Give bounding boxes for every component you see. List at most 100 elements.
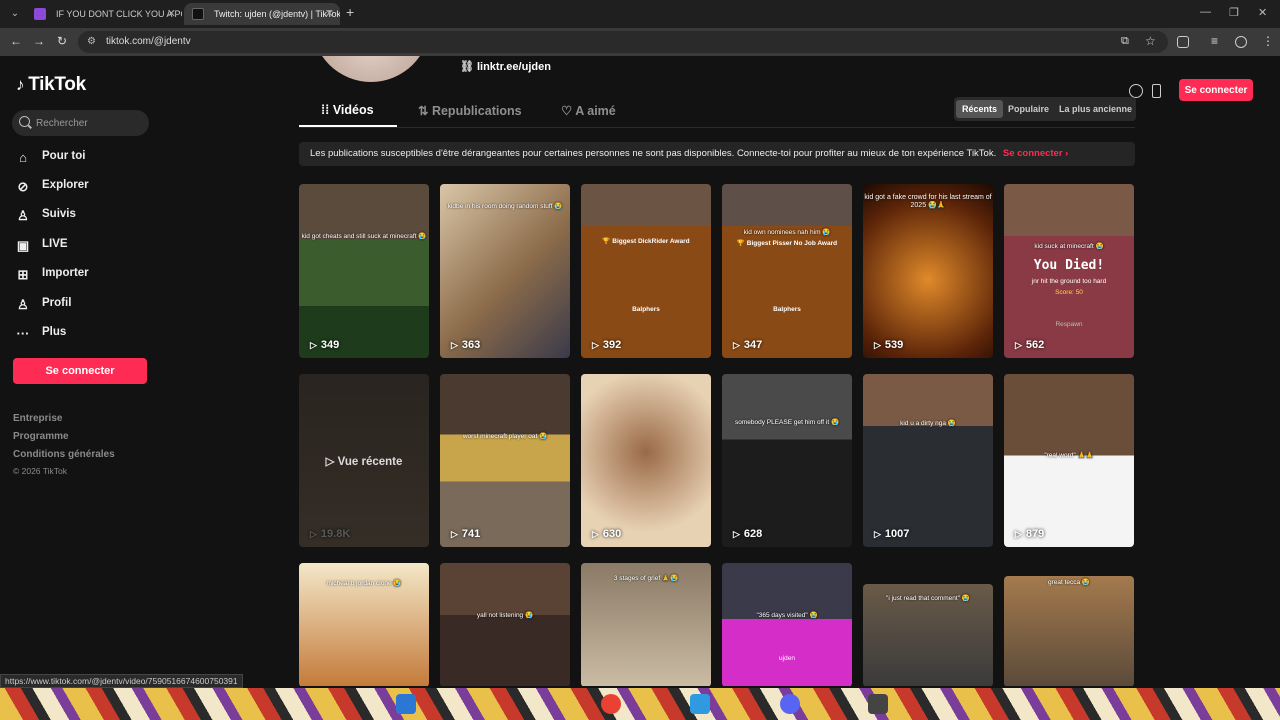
tiktok-note-icon: ♪: [16, 75, 25, 94]
site-info-icon[interactable]: ⚙: [87, 36, 96, 47]
repost-icon: ⇅: [418, 104, 432, 118]
video-thumbnail[interactable]: "365 days visited" 😭 ujden: [722, 563, 852, 686]
app-icon[interactable]: [868, 694, 888, 714]
footer-link-entreprise[interactable]: Entreprise: [13, 413, 62, 424]
view-count: ▷ 879: [1015, 528, 1044, 540]
video-thumbnail[interactable]: micheal b jordan clone 😭: [299, 563, 429, 686]
search-icon: [19, 116, 30, 127]
video-thumbnail[interactable]: worst minecraft player oat 😭 ▷ 741: [440, 374, 570, 547]
video-thumbnail[interactable]: kidbe in his room doing random stuff 😭 ▷…: [440, 184, 570, 358]
grid-icon: ⁞⁞: [321, 103, 333, 117]
start-icon[interactable]: [396, 694, 416, 714]
search-input[interactable]: [36, 114, 146, 132]
compass-icon: ⊘: [17, 179, 29, 194]
tiktok-logo[interactable]: ♪ TikTok: [16, 74, 86, 96]
video-caption: kid suck at minecraft 😭: [1034, 243, 1104, 250]
cast-icon[interactable]: ⧉: [1121, 35, 1129, 48]
twitch-favicon-icon: [34, 8, 46, 20]
back-arrow-icon[interactable]: ←: [10, 34, 22, 48]
video-caption: kid got cheats and still suck at minecra…: [301, 233, 427, 240]
extensions-icon[interactable]: [1177, 36, 1189, 48]
sort-populaire[interactable]: Populaire: [1002, 100, 1055, 118]
view-count-value: 562: [1025, 339, 1045, 351]
avatar: [312, 56, 430, 82]
url-field[interactable]: ⚙ tiktok.com/@jdentv ⧉ ☆: [78, 31, 1168, 53]
header-login-button[interactable]: Se connecter: [1179, 79, 1253, 101]
video-thumbnail[interactable]: yall not listening 😭: [440, 563, 570, 686]
close-tab-icon[interactable]: ✕: [167, 3, 176, 25]
video-caption: somebody PLEASE get him off it 😭: [734, 419, 840, 426]
video-thumbnail[interactable]: kid got cheats and still suck at minecra…: [299, 184, 429, 358]
game-over-text: You Died!: [1033, 258, 1105, 273]
browser-tab[interactable]: IF YOU DONT CLICK YOU A PO ✕: [26, 3, 182, 25]
close-window-icon[interactable]: ✕: [1258, 6, 1267, 19]
sidebar-login-button[interactable]: Se connecter: [13, 358, 147, 384]
edge-icon[interactable]: [690, 694, 710, 714]
compass-icon[interactable]: [1129, 84, 1143, 98]
video-caption: worst minecraft player oat 😭: [462, 433, 548, 440]
browser-tab-bar: ⌄ IF YOU DONT CLICK YOU A PO ✕ Twitch: u…: [0, 0, 1280, 28]
sort-recents[interactable]: Récents: [956, 100, 1004, 118]
view-count: ▷ 539: [874, 339, 903, 351]
award-title-text: Biggest Pisser No Job Award: [746, 240, 838, 247]
tiktok-page: ♪TikTok ⌂ Pour toi ⊘ Explorer ♙ Suivis ▣…: [0, 56, 1280, 686]
tab-a-aime[interactable]: ♡ A aimé: [561, 103, 616, 118]
profile-name-label: ujden: [779, 655, 795, 662]
close-tab-icon[interactable]: ✕: [325, 3, 334, 25]
view-count-value: 19.8K: [320, 528, 351, 540]
search-box[interactable]: [12, 110, 149, 136]
footer-link-programme[interactable]: Programme: [13, 431, 69, 442]
os-taskbar: [0, 688, 1280, 720]
award-title: 🏆 Biggest DickRider Award: [602, 238, 690, 245]
forward-arrow-icon[interactable]: →: [33, 34, 45, 48]
person-icon: ♙: [17, 208, 29, 223]
video-thumbnail[interactable]: somebody PLEASE get him off it 😭 ▷ 628: [722, 374, 852, 547]
video-thumbnail[interactable]: "i just read that comment" 😭: [863, 584, 993, 686]
video-thumbnail[interactable]: kid own nominees nah him 😭 🏆 Biggest Pis…: [722, 184, 852, 358]
video-thumbnail[interactable]: great tecca 😭: [1004, 576, 1134, 686]
video-thumbnail[interactable]: kid suck at minecraft 😭 You Died! jnr hi…: [1004, 184, 1134, 358]
profile-link[interactable]: ⛓ linktr.ee/ujden: [460, 60, 551, 73]
live-icon: ▣: [16, 238, 30, 253]
notice-login-link[interactable]: Se connecter ›: [1003, 148, 1068, 159]
video-thumbnail[interactable]: 3 stages of grief 🙏😭: [581, 563, 711, 686]
bookmark-star-icon[interactable]: ☆: [1145, 34, 1156, 48]
restore-icon[interactable]: ❐: [1229, 6, 1239, 19]
tab-title: IF YOU DONT CLICK YOU A PO: [56, 9, 182, 19]
video-caption: 3 stages of grief 🙏😭: [613, 575, 679, 582]
tab-videos[interactable]: ⁞⁞ Vidéos: [321, 103, 374, 117]
play-icon: ▷: [451, 529, 458, 539]
footer-link-conditions[interactable]: Conditions générales: [13, 449, 115, 460]
view-count: ▷ 392: [592, 339, 621, 351]
tab-label: Republications: [431, 104, 522, 118]
view-count-value: 349: [320, 339, 340, 351]
discord-icon[interactable]: [780, 694, 800, 714]
browser-menu-icon[interactable]: ⋮: [1262, 34, 1274, 48]
video-caption: "365 days visited" 😭: [756, 612, 818, 619]
video-caption: "i just read that comment" 😭: [886, 595, 970, 602]
chrome-icon[interactable]: [601, 694, 621, 714]
play-icon: ▷: [592, 340, 599, 350]
video-thumbnail[interactable]: kid got a fake crowd for his last stream…: [863, 184, 993, 358]
video-thumbnail[interactable]: 🏆 Biggest DickRider Award Balphers ▷ 392: [581, 184, 711, 358]
profile-account-icon[interactable]: [1235, 36, 1247, 48]
new-tab-plus-icon[interactable]: +: [346, 4, 354, 20]
play-icon: ▷: [1015, 340, 1022, 350]
reload-icon[interactable]: ↻: [57, 34, 67, 48]
link-icon: ⛓: [460, 61, 474, 73]
tab-list-chevron-icon[interactable]: ⌄: [6, 5, 24, 23]
game-over-reason: jnr hit the ground too hard: [1031, 278, 1107, 285]
video-thumbnail[interactable]: "real word" 🙏🙏 ▷ 879: [1004, 374, 1134, 547]
tab-republications[interactable]: ⇅ Republications: [418, 103, 522, 118]
sort-plus-ancienne[interactable]: La plus ancienne: [1053, 100, 1138, 118]
device-icon[interactable]: [1152, 84, 1161, 98]
video-thumbnail-recent[interactable]: ▷ Vue récente ▷ 19.8K: [299, 374, 429, 547]
video-thumbnail[interactable]: ▷ 630: [581, 374, 711, 547]
view-count: ▷ 630: [592, 528, 621, 540]
view-count: ▷ 741: [451, 528, 480, 540]
video-thumbnail[interactable]: kid u a dirty nga 😭 ▷ 1007: [863, 374, 993, 547]
play-icon: ▷: [874, 529, 881, 539]
media-controls-icon[interactable]: ≡: [1211, 34, 1218, 48]
browser-tab-active[interactable]: Twitch: ujden (@jdentv) | TikTok ✕: [184, 3, 340, 25]
minimize-icon[interactable]: —: [1200, 6, 1211, 18]
